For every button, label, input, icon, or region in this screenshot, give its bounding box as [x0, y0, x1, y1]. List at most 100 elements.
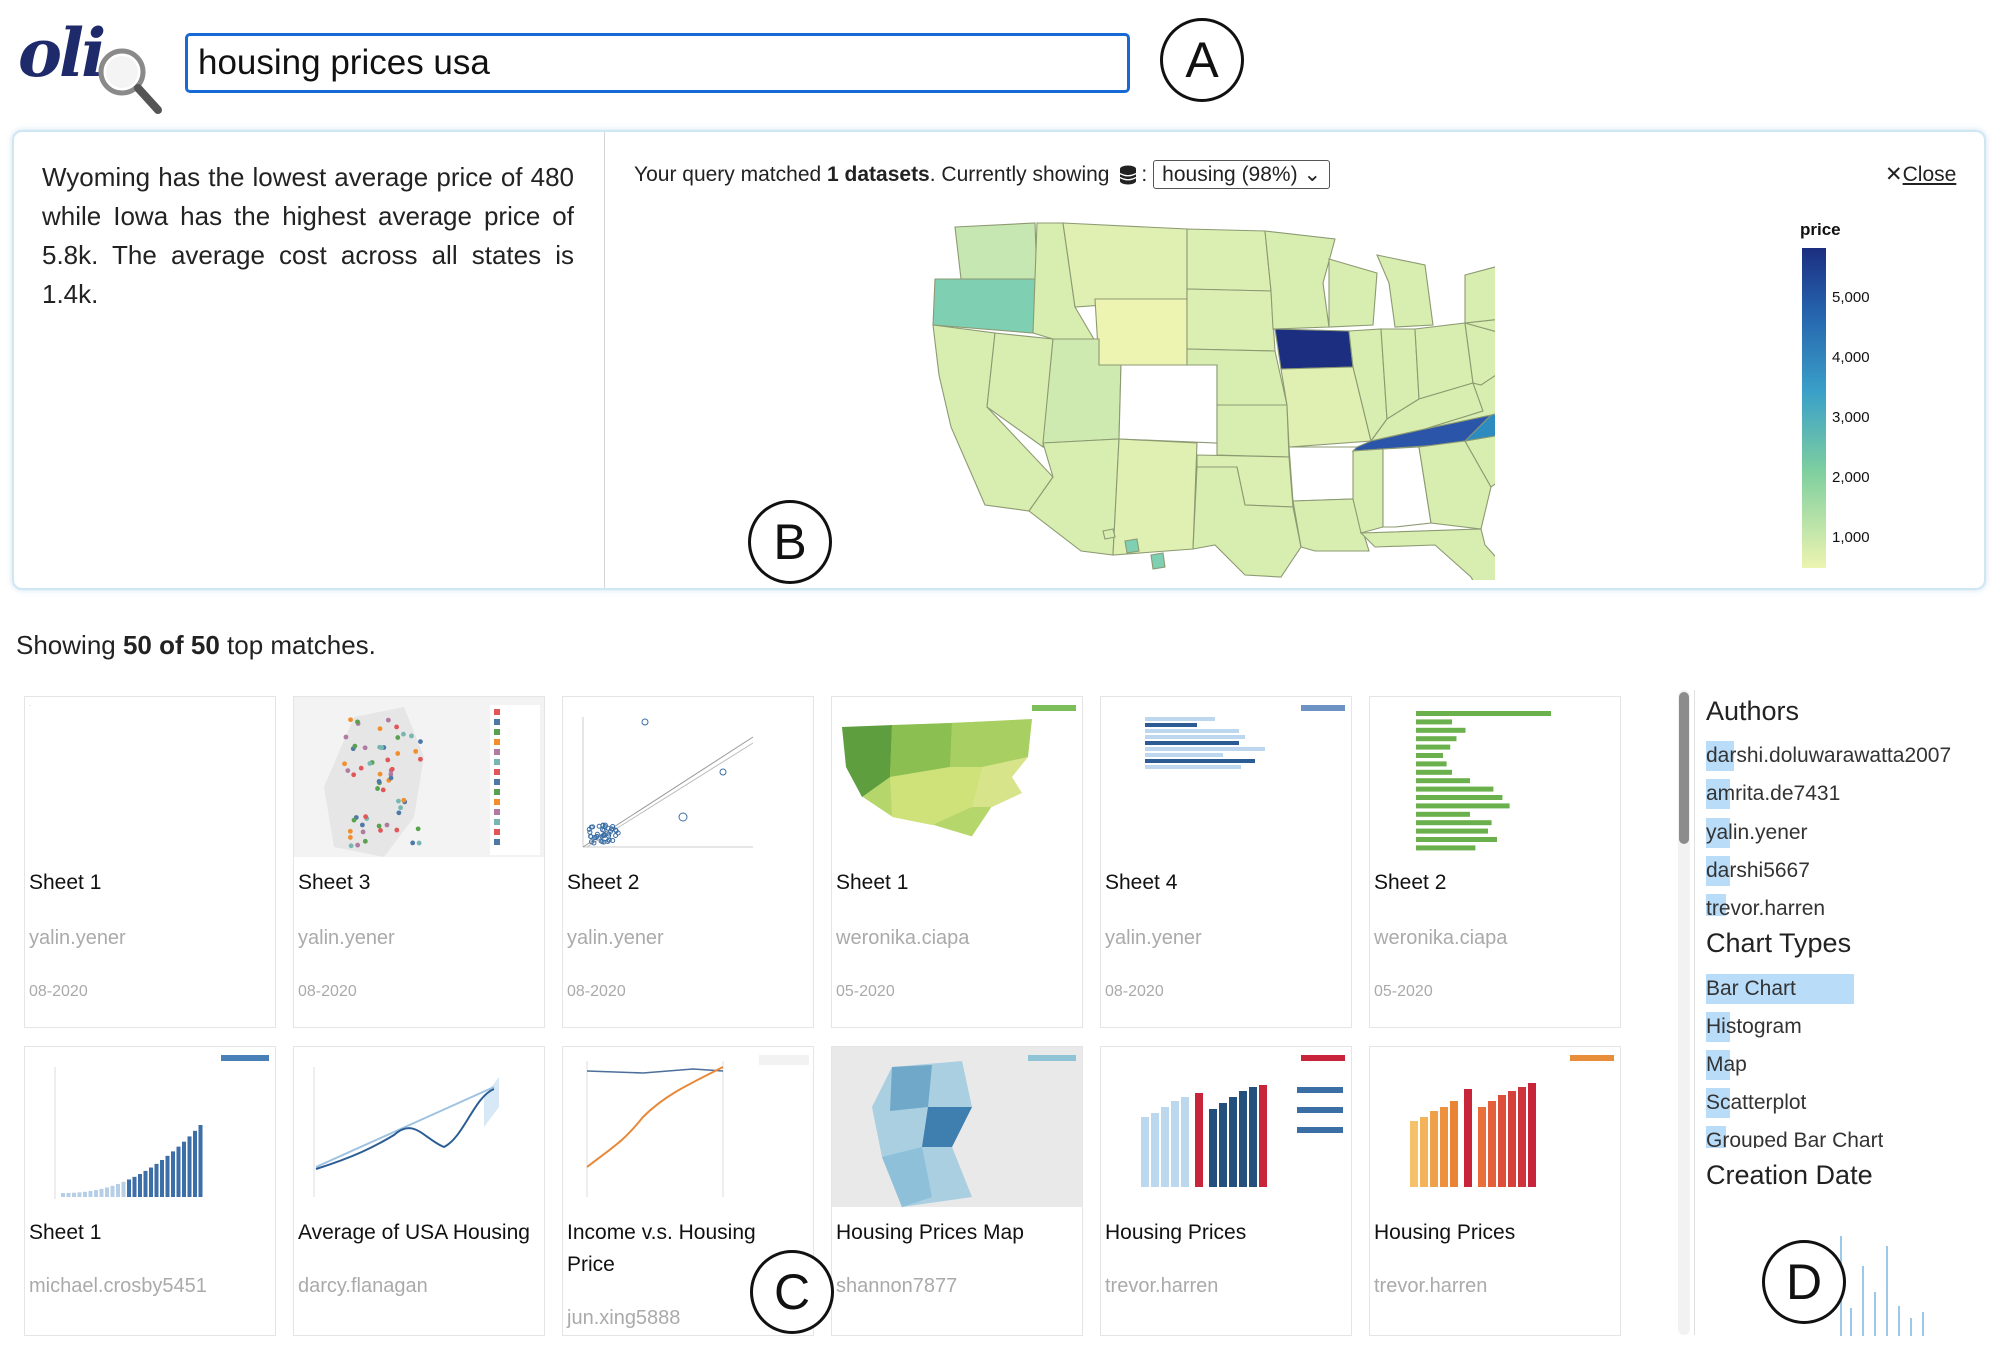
card-author[interactable]: weronika.ciapa: [1374, 927, 1507, 950]
query-prefix: Your query matched: [634, 163, 828, 186]
legend-tick: 5,000: [1832, 289, 1870, 306]
svg-text:·: ·: [29, 703, 31, 709]
chart-type-filter-item[interactable]: Map: [1706, 1050, 1747, 1080]
card-title: Sheet 1: [29, 1221, 102, 1244]
state-wyoming: [1094, 298, 1188, 366]
thumbnail-green-bars: [1370, 697, 1620, 857]
state-michigan: [1376, 254, 1434, 328]
state-new-york: [1464, 266, 1495, 324]
legend-tick: 3,000: [1832, 409, 1870, 426]
card-title: Housing Prices: [1374, 1221, 1516, 1244]
card-title: Sheet 1: [29, 871, 102, 894]
card-author[interactable]: trevor.harren: [1105, 1275, 1218, 1298]
chart-type-filter-item[interactable]: Scatterplot: [1706, 1088, 1806, 1118]
card-title: Sheet 1: [836, 871, 909, 894]
close-button[interactable]: ✕Close: [1885, 162, 1956, 187]
result-card[interactable]: Housing Prices Map shannon7877: [831, 1046, 1083, 1336]
state-minnesota: [1264, 230, 1336, 330]
card-author[interactable]: shannon7877: [836, 1275, 957, 1298]
thumbnail-orange-bars: [1370, 1047, 1620, 1207]
state-south-dakota: [1186, 288, 1276, 352]
card-author[interactable]: jun.xing5888: [567, 1307, 680, 1330]
card-title: Sheet 2: [567, 871, 640, 894]
card-author[interactable]: trevor.harren: [1374, 1275, 1487, 1298]
query-middle: . Currently showing: [929, 163, 1116, 186]
state-north-dakota: [1186, 228, 1272, 292]
card-author[interactable]: yalin.yener: [298, 927, 395, 950]
author-filter-item[interactable]: amrita.de7431: [1706, 779, 1840, 809]
thumbnail-us-map: [832, 697, 1082, 857]
authors-heading: Authors: [1706, 696, 1800, 726]
state-hawaii-2: [1124, 538, 1140, 554]
result-card[interactable]: Housing Prices trevor.harren: [1369, 1046, 1621, 1336]
search-input[interactable]: [188, 36, 1127, 90]
card-title: Average of USA Housing: [298, 1221, 530, 1244]
creation-date-heading: Creation Date: [1706, 1160, 1873, 1190]
card-date: 08-2020: [29, 983, 88, 1000]
results-count: Showing 50 of 50 top matches.: [16, 630, 376, 661]
chart-types-heading: Chart Types: [1706, 928, 1852, 958]
sidebar-divider: [1694, 690, 1695, 1335]
card-date: 08-2020: [298, 983, 357, 1000]
state-new-mexico: [1112, 438, 1198, 556]
dataset-select[interactable]: housing (98%) ⌄: [1153, 160, 1331, 189]
author-filter-item[interactable]: trevor.harren: [1706, 894, 1825, 916]
result-card[interactable]: Average of USA Housing darcy.flanagan: [293, 1046, 545, 1336]
result-card[interactable]: · Sheet 1 yalin.yener 08-2020: [24, 696, 276, 1028]
insight-summary: Wyoming has the lowest average price of …: [42, 162, 574, 309]
chart-type-filter-item[interactable]: Grouped Bar Chart: [1706, 1126, 1883, 1148]
state-iowa: [1274, 328, 1354, 370]
card-title: Housing Prices Map: [836, 1221, 1024, 1244]
card-author[interactable]: darcy.flanagan: [298, 1275, 428, 1298]
panel-divider: [604, 132, 605, 588]
legend-tick: 1,000: [1832, 529, 1870, 546]
thumbnail-blue-histogram: [25, 1047, 275, 1207]
thumbnail-trend-line: [294, 1047, 544, 1207]
card-author[interactable]: yalin.yener: [1105, 927, 1202, 950]
close-label: Close: [1902, 163, 1957, 186]
search-field[interactable]: [185, 33, 1130, 93]
result-card[interactable]: Sheet 1 michael.crosby5451: [24, 1046, 276, 1336]
annotation-marker-b: B: [748, 500, 832, 584]
result-card[interactable]: Sheet 2 yalin.yener 08-2020: [562, 696, 814, 1028]
dataset-select-value: housing (98%): [1162, 163, 1298, 186]
annotation-marker-d: D: [1762, 1240, 1846, 1324]
chart-type-filter-item[interactable]: Histogram: [1706, 1012, 1802, 1042]
card-author[interactable]: weronika.ciapa: [836, 927, 969, 950]
result-card[interactable]: Sheet 2 weronika.ciapa 05-2020: [1369, 696, 1621, 1028]
card-author[interactable]: yalin.yener: [29, 927, 126, 950]
chevron-down-icon: ⌄: [1303, 163, 1322, 186]
legend-tick: 4,000: [1832, 349, 1870, 366]
result-card[interactable]: Sheet 1 weronika.ciapa 05-2020: [831, 696, 1083, 1028]
state-colorado: [1118, 364, 1218, 444]
magnifier-icon: [98, 48, 162, 114]
card-title: Sheet 3: [298, 871, 371, 894]
state-montana: [1062, 222, 1188, 308]
author-filter-item[interactable]: darshi.doluwarawatta2007: [1706, 741, 1951, 771]
state-oregon: [932, 278, 1038, 334]
thumbnail-scatterplot: [563, 697, 813, 857]
state-hawaii-1: [1102, 528, 1116, 540]
card-title: Sheet 4: [1105, 871, 1178, 894]
sidebar-scroll-thumb[interactable]: [1679, 692, 1689, 844]
card-title: Housing Prices: [1105, 1221, 1247, 1244]
card-author[interactable]: yalin.yener: [567, 927, 664, 950]
author-filter-item[interactable]: darshi5667: [1706, 856, 1810, 886]
legend-tick: 2,000: [1832, 469, 1870, 486]
author-filter-item[interactable]: yalin.yener: [1706, 818, 1808, 848]
thumbnail-dot-map: [294, 697, 544, 857]
result-card[interactable]: Housing Prices trevor.harren: [1100, 1046, 1352, 1336]
card-author[interactable]: michael.crosby5451: [29, 1275, 207, 1298]
app-logo: oli: [18, 14, 162, 114]
legend-color-scale: [1802, 248, 1826, 568]
state-florida: [1359, 528, 1495, 580]
result-card[interactable]: Sheet 4 yalin.yener 08-2020: [1100, 696, 1352, 1028]
card-date: 08-2020: [1105, 983, 1164, 1000]
thumbnail-seattle-map: [832, 1047, 1082, 1207]
card-date: 08-2020: [567, 983, 626, 1000]
results-suffix: top matches.: [219, 630, 376, 660]
result-card[interactable]: Sheet 3 yalin.yener 08-2020: [293, 696, 545, 1028]
thumbnail-blue-bars: [1101, 1047, 1351, 1207]
chart-type-filter-item[interactable]: Bar Chart: [1706, 974, 1854, 1004]
logo-text: oli: [18, 14, 106, 92]
